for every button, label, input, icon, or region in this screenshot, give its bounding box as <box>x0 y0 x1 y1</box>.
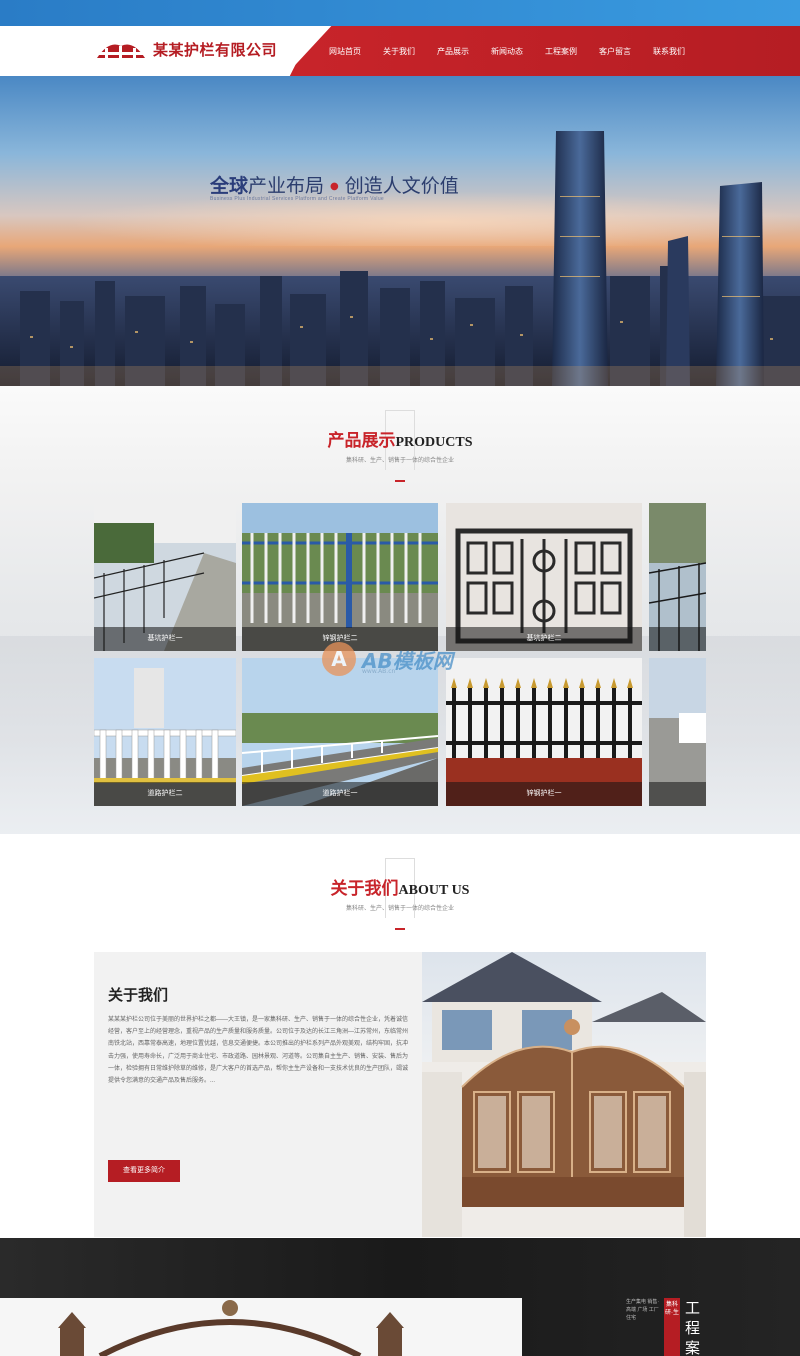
hero-title-rest: 产业布局 <box>248 175 325 197</box>
products-title-cn: 产品展示 <box>327 431 396 451</box>
product-label <box>649 627 706 651</box>
nav-item-messages[interactable]: 客户留言 <box>588 46 642 57</box>
nav-item-products[interactable]: 产品展示 <box>426 46 480 57</box>
about-title-en: ABOUT US <box>398 883 470 898</box>
product-card[interactable]: 基坑护栏二 <box>446 503 642 651</box>
cases-red-label: 集科研·生 <box>664 1298 680 1356</box>
logo-icon <box>97 44 145 58</box>
product-label: 道路护栏二 <box>94 782 236 806</box>
product-card[interactable]: 锌钢护栏一 <box>446 658 642 806</box>
gate-illustration <box>422 952 706 1237</box>
product-label <box>649 782 706 806</box>
product-card[interactable] <box>649 658 706 806</box>
main-nav: 网站首页 关于我们 产品展示 新闻动态 工程案例 客户留言 联系我们 <box>318 26 696 76</box>
hero-title-right: 创造人文价值 <box>344 175 459 197</box>
product-card[interactable]: 道路护栏一 <box>242 658 438 806</box>
nav-item-contact[interactable]: 联系我们 <box>642 46 696 57</box>
logo-text: 某某护栏有限公司 <box>153 40 278 59</box>
hero-title-bold: 全球 <box>210 175 249 197</box>
watermark-url: www.AB.cn <box>362 668 396 675</box>
product-label: 基坑护栏一 <box>94 627 236 651</box>
product-card[interactable] <box>649 503 706 651</box>
products-title: 产品展示PRODUCTS <box>0 426 800 451</box>
case-gate-image <box>0 1298 522 1356</box>
nav-item-home[interactable]: 网站首页 <box>318 46 372 57</box>
products-subtitle: 集科研、生产、销售于一体的综合性企业 <box>345 458 454 464</box>
about-section: 关于我们ABOUT US 集科研、生产、销售于一体的综合性企业 关于我们 某某某… <box>0 834 800 1238</box>
product-card[interactable]: 基坑护栏一 <box>94 503 236 651</box>
about-gate-image <box>422 952 706 1237</box>
nav-item-news[interactable]: 新闻动态 <box>480 46 534 57</box>
product-label: 基坑护栏二 <box>446 627 642 651</box>
product-label: 锌钢护栏一 <box>446 782 642 806</box>
about-title: 关于我们ABOUT US <box>0 874 800 899</box>
about-title-cn: 关于我们 <box>330 879 399 899</box>
products-underline <box>395 480 405 482</box>
case-photo <box>0 1298 522 1356</box>
page: 某某护栏有限公司 网站首页 关于我们 产品展示 新闻动态 工程案例 客户留言 联… <box>0 0 800 1356</box>
nav-item-about[interactable]: 关于我们 <box>372 46 426 57</box>
product-card[interactable]: 道路护栏二 <box>94 658 236 806</box>
nav-item-cases[interactable]: 工程案例 <box>534 46 588 57</box>
about-description: 某某某护栏公司位于美丽的世界护栏之都——大王镇，是一家集科研、生产、销售于一体的… <box>108 1017 409 1085</box>
watermark-logo-icon: A <box>322 642 356 676</box>
read-more-button[interactable]: 查看更多简介 <box>108 1160 180 1182</box>
cases-section: 生产集电 销售·高端 广场 工厂 住宅 集科研·生 工程案 <box>0 1238 800 1356</box>
top-strip <box>0 0 800 26</box>
products-heading: 产品展示PRODUCTS 集科研、生产、销售于一体的综合性企业 <box>0 426 800 482</box>
header: 某某护栏有限公司 网站首页 关于我们 产品展示 新闻动态 工程案例 客户留言 联… <box>0 26 800 76</box>
hero-subtitle: Business Plus Industrial Services Platfo… <box>210 196 384 202</box>
about-heading: 关于我们ABOUT US 集科研、生产、销售于一体的综合性企业 <box>0 874 800 930</box>
about-text-panel: 关于我们 某某某护栏公司位于美丽的世界护栏之都——大王镇，是一家集科研、生产、销… <box>94 952 422 1237</box>
products-title-en: PRODUCTS <box>395 435 473 450</box>
logo[interactable]: 某某护栏有限公司 <box>95 36 277 62</box>
about-panel-heading: 关于我们 <box>108 986 169 1004</box>
product-label: 道路护栏一 <box>242 782 438 806</box>
hero-banner: 全球产业布局 ● 创造人文价值 Business Plus Industrial S… <box>0 76 800 386</box>
about-underline <box>395 928 405 930</box>
watermark: A AB模板网 www.AB.cn <box>322 642 453 676</box>
about-subtitle: 集科研、生产、销售于一体的综合性企业 <box>345 906 454 912</box>
city-skyline-image <box>0 131 800 386</box>
cases-small-text: 生产集电 销售·高端 广场 工厂 住宅 <box>626 1299 660 1321</box>
hero-dot-icon: ● <box>330 181 339 192</box>
hero-title: 全球产业布局 ● 创造人文价值 <box>210 171 459 198</box>
product-card[interactable]: 锌钢护栏二 <box>242 503 438 651</box>
products-section: 产品展示PRODUCTS 集科研、生产、销售于一体的综合性企业 基坑护栏一 锌钢… <box>0 386 800 834</box>
cases-title: 工程案 <box>685 1299 701 1356</box>
